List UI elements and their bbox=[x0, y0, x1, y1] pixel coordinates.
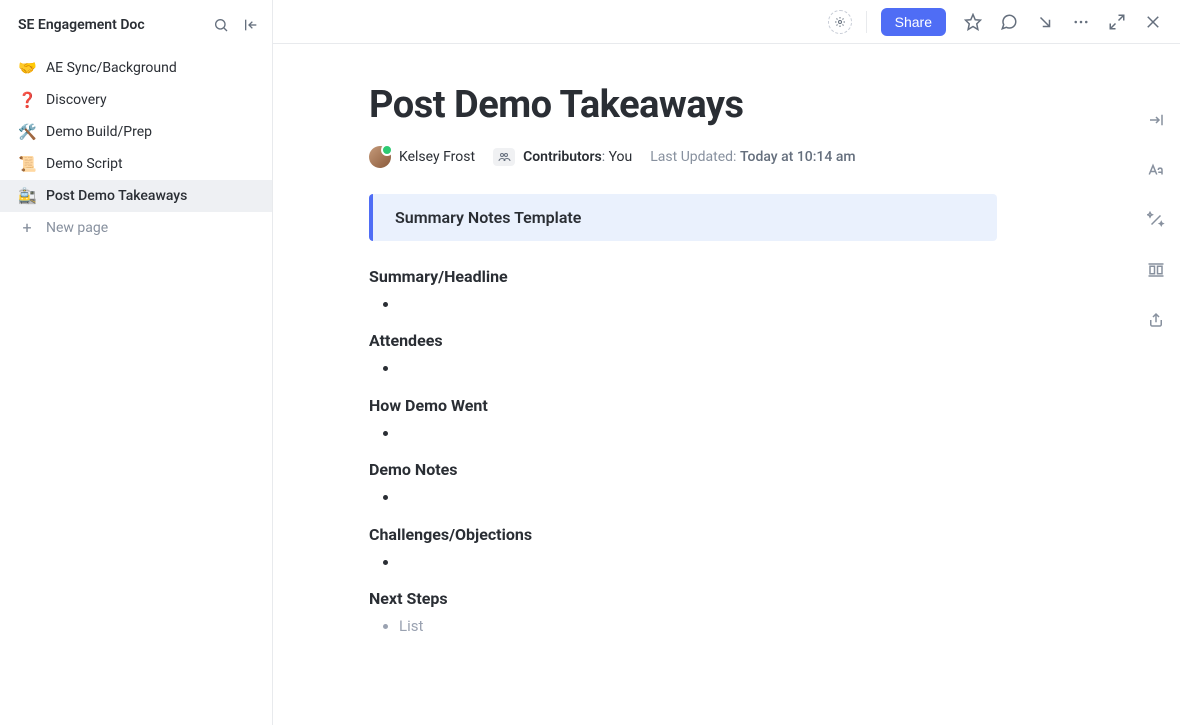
search-icon[interactable] bbox=[210, 14, 232, 36]
magic-icon[interactable] bbox=[1142, 206, 1170, 234]
avatar bbox=[369, 146, 391, 168]
sidebar-item-label: Demo Build/Prep bbox=[46, 124, 152, 140]
export-icon[interactable] bbox=[1142, 306, 1170, 334]
updated-label: Last Updated: bbox=[650, 149, 736, 165]
typography-icon[interactable] bbox=[1142, 156, 1170, 184]
collapse-sidebar-icon[interactable] bbox=[240, 14, 262, 36]
section-heading: Demo Notes bbox=[369, 460, 997, 479]
sidebar-item-ae-sync[interactable]: 🤝 AE Sync/Background bbox=[0, 52, 272, 84]
sidebar-item-discovery[interactable]: ❓ Discovery bbox=[0, 84, 272, 116]
section-attendees[interactable]: Attendees bbox=[369, 331, 997, 382]
sidebar-header-actions bbox=[210, 14, 262, 36]
sidebar-item-demo-build[interactable]: 🛠️ Demo Build/Prep bbox=[0, 116, 272, 148]
list-item[interactable] bbox=[399, 550, 997, 576]
section-heading: Summary/Headline bbox=[369, 267, 997, 286]
content-scroll[interactable]: Post Demo Takeaways Kelsey Frost Contrib… bbox=[273, 44, 1180, 725]
sidebar-item-post-demo[interactable]: 🚉 Post Demo Takeaways bbox=[0, 180, 272, 212]
callout-title: Summary Notes Template bbox=[395, 208, 975, 227]
contributors-label: Contributors bbox=[523, 149, 602, 165]
sidebar: SE Engagement Doc 🤝 AE Sync/Background ❓… bbox=[0, 0, 273, 725]
owner-name: Kelsey Frost bbox=[399, 149, 475, 165]
list-item[interactable] bbox=[399, 485, 997, 511]
list-item[interactable]: List bbox=[399, 614, 997, 640]
contributors-chip[interactable]: Contributors: You bbox=[493, 148, 632, 166]
sidebar-item-demo-script[interactable]: 📜 Demo Script bbox=[0, 148, 272, 180]
topbar: Share bbox=[273, 0, 1180, 44]
section-heading: How Demo Went bbox=[369, 396, 997, 415]
callout-block[interactable]: Summary Notes Template bbox=[369, 194, 997, 241]
sidebar-item-label: Post Demo Takeaways bbox=[46, 188, 187, 204]
scroll-icon: 📜 bbox=[18, 155, 36, 173]
list-item[interactable] bbox=[399, 356, 997, 382]
handshake-icon: 🤝 bbox=[18, 59, 36, 77]
sidebar-header: SE Engagement Doc bbox=[0, 8, 272, 46]
section-heading: Attendees bbox=[369, 331, 997, 350]
section-next-steps[interactable]: Next Steps List bbox=[369, 589, 997, 640]
sidebar-nav: 🤝 AE Sync/Background ❓ Discovery 🛠️ Demo… bbox=[0, 46, 272, 244]
comment-icon[interactable] bbox=[996, 9, 1022, 35]
topbar-actions bbox=[960, 9, 1166, 35]
workspace-title[interactable]: SE Engagement Doc bbox=[18, 17, 145, 33]
section-how-demo-went[interactable]: How Demo Went bbox=[369, 396, 997, 447]
divider bbox=[866, 11, 867, 33]
more-icon[interactable] bbox=[1068, 9, 1094, 35]
sidebar-new-page[interactable]: + New page bbox=[0, 212, 272, 244]
sidebar-item-label: AE Sync/Background bbox=[46, 60, 177, 76]
question-icon: ❓ bbox=[18, 91, 36, 109]
owner-chip[interactable]: Kelsey Frost bbox=[369, 146, 475, 168]
tools-icon: 🛠️ bbox=[18, 123, 36, 141]
updated-value: Today at 10:14 am bbox=[740, 149, 856, 165]
share-button[interactable]: Share bbox=[881, 8, 946, 36]
ai-assist-button[interactable] bbox=[828, 10, 852, 34]
contributors-value: You bbox=[609, 149, 633, 165]
document-content[interactable]: Post Demo Takeaways Kelsey Frost Contrib… bbox=[273, 44, 1093, 714]
sidebar-item-label: New page bbox=[46, 220, 108, 236]
sidebar-item-label: Demo Script bbox=[46, 156, 123, 172]
block-icon[interactable] bbox=[1142, 256, 1170, 284]
section-demo-notes[interactable]: Demo Notes bbox=[369, 460, 997, 511]
indent-icon[interactable] bbox=[1142, 106, 1170, 134]
sidebar-item-label: Discovery bbox=[46, 92, 107, 108]
main: Share Post Demo Takeaways bbox=[273, 0, 1180, 725]
section-heading: Challenges/Objections bbox=[369, 525, 997, 544]
right-rail bbox=[1142, 106, 1170, 334]
plus-icon: + bbox=[18, 220, 36, 236]
page-title[interactable]: Post Demo Takeaways bbox=[369, 84, 997, 128]
favorite-icon[interactable] bbox=[960, 9, 986, 35]
list-item[interactable] bbox=[399, 292, 997, 318]
people-icon bbox=[493, 148, 515, 166]
station-icon: 🚉 bbox=[18, 187, 36, 205]
last-updated: Last Updated: Today at 10:14 am bbox=[650, 149, 855, 165]
section-summary[interactable]: Summary/Headline bbox=[369, 267, 997, 318]
list-item[interactable] bbox=[399, 421, 997, 447]
download-arrow-icon[interactable] bbox=[1032, 9, 1058, 35]
expand-icon[interactable] bbox=[1104, 9, 1130, 35]
section-heading: Next Steps bbox=[369, 589, 997, 608]
page-meta: Kelsey Frost Contributors: You Last Upda… bbox=[369, 146, 997, 168]
section-challenges[interactable]: Challenges/Objections bbox=[369, 525, 997, 576]
close-icon[interactable] bbox=[1140, 9, 1166, 35]
